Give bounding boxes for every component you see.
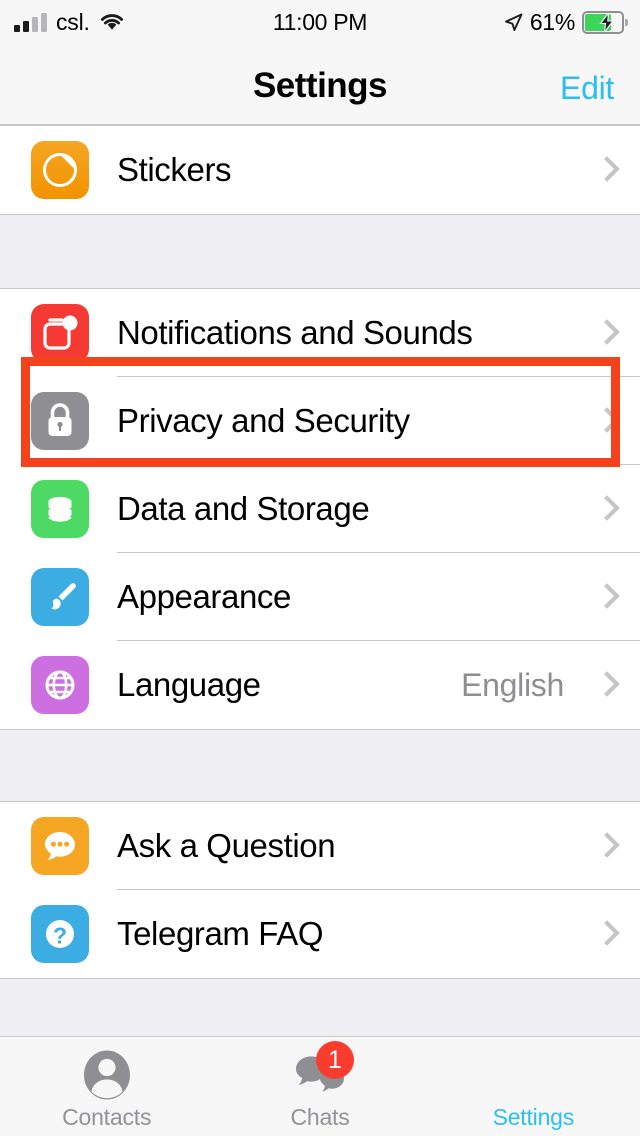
chevron-right-icon — [596, 831, 614, 861]
chevron-right-icon — [596, 582, 614, 612]
settings-row-data-and-storage[interactable]: Data and Storage — [0, 465, 640, 553]
settings-row-label: Appearance — [117, 578, 291, 615]
settings-row-label: Ask a Question — [117, 827, 336, 864]
battery-charging-icon — [582, 10, 628, 34]
battery-percent-label: 61% — [529, 8, 575, 35]
stickers-icon — [31, 141, 89, 199]
chevron-right-icon — [596, 406, 614, 436]
settings-icon — [501, 1043, 565, 1107]
chats-unread-badge: 1 — [315, 1041, 354, 1079]
section-gap — [0, 215, 640, 288]
settings-row-notifications-and-sounds[interactable]: Notifications and Sounds — [0, 289, 640, 377]
paintbrush-icon — [31, 568, 89, 626]
preferences-section: Notifications and Sounds Privacy and Sec… — [0, 288, 640, 730]
chevron-right-icon — [596, 670, 614, 700]
navigation-bar: Settings Edit — [0, 44, 640, 125]
settings-row-ask-a-question[interactable]: Ask a Question — [0, 802, 640, 890]
stickers-section: Stickers — [0, 125, 640, 215]
lock-icon — [31, 392, 89, 450]
settings-row-privacy-and-security[interactable]: Privacy and Security — [0, 377, 640, 465]
status-bar: csl. 11:00 PM 61% — [0, 0, 640, 44]
tab-contacts[interactable]: Contacts — [0, 1037, 213, 1136]
help-section: Ask a Question ? Telegram FAQ — [0, 801, 640, 979]
status-bar-right: 61% — [504, 0, 628, 44]
page-title: Settings — [252, 66, 388, 105]
tab-chats[interactable]: 1 Chats — [213, 1037, 426, 1136]
settings-row-label: Language — [117, 666, 261, 703]
location-arrow-icon — [504, 13, 523, 32]
tab-label: Chats — [290, 1104, 350, 1130]
edit-button[interactable]: Edit — [560, 70, 614, 107]
section-gap — [0, 730, 640, 801]
question-mark-icon: ? — [31, 905, 89, 963]
tab-label: Contacts — [62, 1104, 152, 1130]
database-icon — [31, 480, 89, 538]
chevron-right-icon — [596, 494, 614, 524]
settings-row-label: Privacy and Security — [117, 402, 410, 439]
chevron-right-icon — [596, 919, 614, 949]
chevron-right-icon — [596, 155, 614, 185]
tab-settings[interactable]: Settings — [427, 1037, 640, 1136]
tab-label: Settings — [492, 1104, 575, 1130]
speech-bubble-icon — [31, 817, 89, 875]
settings-row-label: Data and Storage — [117, 490, 370, 527]
settings-row-label: Stickers — [117, 151, 232, 188]
svg-text:?: ? — [53, 923, 67, 949]
notifications-icon — [31, 304, 89, 362]
settings-row-label: Notifications and Sounds — [117, 314, 473, 351]
chevron-right-icon — [596, 318, 614, 348]
settings-row-language[interactable]: Language English — [0, 641, 640, 729]
phone-screen: csl. 11:00 PM 61% Settings Edit Stickers… — [0, 0, 640, 1136]
chats-icon: 1 — [288, 1041, 354, 1107]
tab-bar: Contacts 1 Chats Settings — [0, 1036, 640, 1136]
settings-row-label: Telegram FAQ — [117, 915, 324, 952]
settings-row-telegram-faq[interactable]: ? Telegram FAQ — [0, 890, 640, 978]
settings-row-value: English — [461, 666, 564, 703]
globe-icon — [31, 656, 89, 714]
person-icon — [75, 1043, 139, 1107]
settings-list[interactable]: Stickers Notifications and Sounds Privac… — [0, 125, 640, 1036]
settings-row-stickers[interactable]: Stickers — [0, 126, 640, 214]
settings-row-appearance[interactable]: Appearance — [0, 553, 640, 641]
clock-label: 11:00 PM — [272, 8, 368, 35]
